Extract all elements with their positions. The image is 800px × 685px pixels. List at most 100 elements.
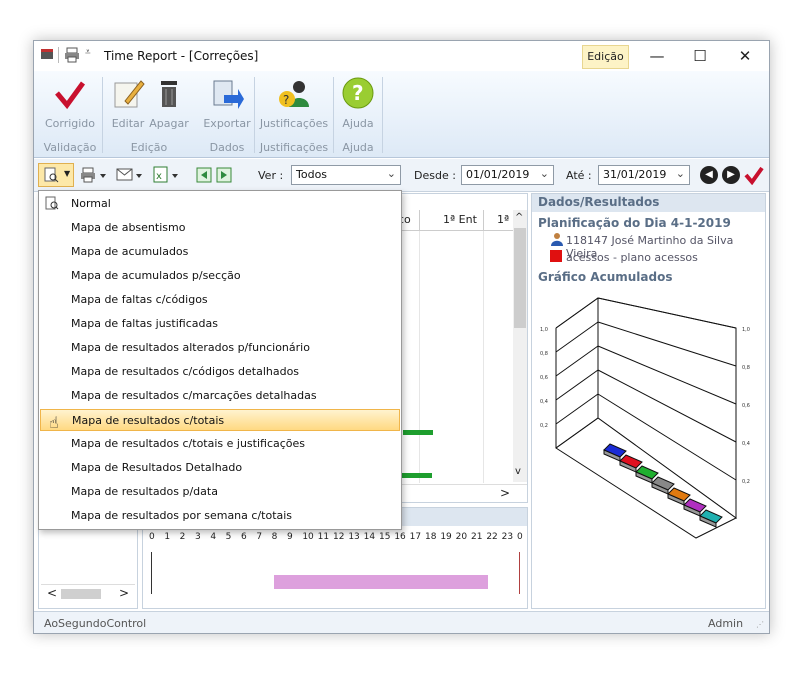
quick-access-dropdown-icon[interactable]: ⩡ [85,47,91,58]
scroll-thumb[interactable] [61,589,101,599]
ribbon: Corrigido Editar Apagar Exportar ? Justi… [34,71,769,158]
hour-tick-label: 15 [379,532,391,542]
resize-grip-icon[interactable]: ⋰ [756,620,764,629]
hour-tick-label: 17 [409,532,422,542]
scroll-thumb[interactable] [514,228,526,328]
next-button[interactable]: ▶ [722,166,740,184]
ribbon-separator [382,77,383,153]
scroll-right-icon[interactable]: > [500,486,510,500]
email-dropdown-icon[interactable] [116,166,144,186]
ate-date-value: 31/01/2019 [603,168,667,181]
hour-tick-label: 1 [164,532,171,542]
previous-button[interactable]: ◀ [700,166,718,184]
chart-gridline [555,393,599,425]
menu-item[interactable]: Mapa de resultados p/data [40,481,400,503]
menu-item[interactable]: Mapa de resultados alterados p/funcionár… [40,337,400,359]
close-button[interactable]: ✕ [722,45,768,69]
chart-tick-label: 1,0 [742,327,750,333]
column-header[interactable]: 1ª Ent [443,213,477,226]
menu-item[interactable]: Mapa de acumulados [40,241,400,263]
chart-tick-label: 0,4 [742,441,750,447]
status-user: Admin [708,617,744,630]
presence-bar [402,473,432,478]
chart-gridline [555,321,599,353]
minimize-button[interactable]: — [634,45,680,69]
print-dropdown-icon[interactable] [80,166,108,186]
menu-item[interactable]: Mapa de acumulados p/secção [40,265,400,287]
trash-icon [154,77,184,114]
column-divider [419,210,420,231]
hour-tick-label: 5 [225,532,232,542]
hour-tick-label: 9 [287,532,293,542]
hour-tick-label: 8 [271,532,278,542]
menu-item[interactable]: Mapa de resultados c/marcações detalhada… [40,385,400,407]
scroll-right-icon[interactable]: > [119,586,129,600]
vertical-scrollbar[interactable]: ^ v [513,210,527,482]
chart-gridline [555,345,599,377]
timeline-start-marker [151,552,152,594]
group-validacao: Validação [43,141,97,154]
menu-item[interactable]: Mapa de faltas c/códigos [40,289,400,311]
exportar-button[interactable]: Exportar [202,75,252,131]
chevron-down-icon: ⌄ [675,167,685,180]
menu-item[interactable]: Mapa de resultados c/totais [40,409,400,431]
tab-edicao[interactable]: Edição [582,45,629,69]
exportar-label: Exportar [203,117,251,130]
chevron-down-icon: ▼ [64,169,71,178]
ate-date-picker[interactable]: 31/01/2019 ⌄ [598,165,690,185]
excel-dropdown-icon[interactable]: x [152,166,180,186]
toolbar: ▼ x Ver : Todos ⌄ Desde : 01/01/2019 ⌄ A… [34,159,769,192]
results-panel: Dados/Resultados Planificação do Dia 4-1… [531,193,766,609]
desde-date-picker[interactable]: 01/01/2019 ⌄ [461,165,554,185]
hour-tick-label: 14 [363,532,376,542]
editar-label: Editar [111,117,145,130]
menu-item-normal[interactable]: Normal [40,193,400,215]
hour-tick-label: 3 [195,532,201,542]
justificacoes-button[interactable]: ? Justificações [258,75,330,131]
print-quick-icon[interactable] [64,47,80,66]
grid-line [419,231,420,483]
corrigido-label: Corrigido [44,117,96,130]
group-ajuda: Ajuda [342,141,374,154]
menu-item[interactable]: Mapa de resultados por semana c/totais [40,505,400,527]
scroll-up-icon[interactable]: ^ [515,212,523,223]
hour-tick-label: 0 [517,532,523,542]
hour-tick-label: 10 [302,532,314,542]
editar-button[interactable]: Editar [108,75,148,131]
ver-select[interactable]: Todos ⌄ [291,165,401,185]
preview-dropdown-button[interactable]: ▼ [38,163,74,187]
confirm-checkmark-icon[interactable] [744,165,764,188]
horizontal-scrollbar[interactable]: < > [41,584,135,602]
menu-item[interactable]: Mapa de faltas justificadas [40,313,400,335]
menu-item[interactable]: Mapa de resultados c/códigos detalhados [40,361,400,383]
hour-tick-label: 23 [501,532,514,542]
chart-tick-label: 0,8 [540,351,548,357]
apagar-label: Apagar [149,117,189,130]
scroll-left-icon[interactable]: < [47,586,57,600]
scroll-down-icon[interactable]: v [515,466,521,477]
preview-icon [43,167,59,186]
column-header[interactable]: 1ª [497,213,509,226]
previous-period-icon[interactable] [196,166,212,186]
justifications-icon: ? [277,77,311,114]
help-icon: ? [341,77,375,114]
ajuda-button[interactable]: ? Ajuda [336,75,380,131]
ribbon-separator [254,77,255,153]
hour-tick-label: 12 [333,532,345,542]
chart-tick-label: 0,4 [540,399,548,405]
group-justificacoes: Justificações [259,141,329,154]
chart-title: Gráfico Acumulados [538,270,673,284]
menu-item[interactable]: Mapa de Resultados Detalhado [40,457,400,479]
hour-tick-label: 11 [317,532,330,542]
apagar-button[interactable]: Apagar [148,75,190,131]
export-icon [210,77,244,114]
next-period-icon[interactable] [216,166,232,186]
hour-tick-label: 0 [149,532,155,542]
edit-icon [111,77,145,114]
checkmark-icon [53,77,87,114]
hour-tick-label: 2 [179,532,186,542]
corrigido-button[interactable]: Corrigido [42,75,98,131]
maximize-button[interactable]: ☐ [677,45,723,69]
menu-item[interactable]: Mapa de absentismo [40,217,400,239]
menu-item[interactable]: Mapa de resultados c/totais e justificaç… [40,433,400,455]
